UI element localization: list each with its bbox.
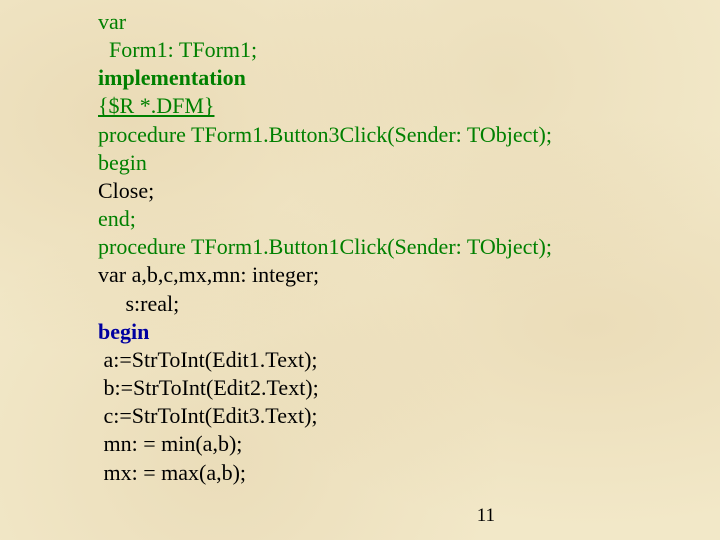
code-line: b:=StrToInt(Edit2.Text);	[98, 374, 700, 402]
code-line: c:=StrToInt(Edit3.Text);	[98, 402, 700, 430]
code-line: {$R *.DFM}	[98, 92, 700, 120]
code-line: begin	[98, 318, 700, 346]
page-number: 11	[477, 504, 495, 528]
code-line: mn: = min(a,b);	[98, 430, 700, 458]
code-line: end;	[98, 205, 700, 233]
code-line: mx: = max(a,b);	[98, 459, 700, 487]
code-line: a:=StrToInt(Edit1.Text);	[98, 346, 700, 374]
code-line: implementation	[98, 64, 700, 92]
code-line: s:real;	[98, 290, 700, 318]
code-line: begin	[98, 149, 700, 177]
code-line: Form1: TForm1;	[98, 36, 700, 64]
code-line: procedure TForm1.Button3Click(Sender: TO…	[98, 121, 700, 149]
code-line: var	[98, 8, 700, 36]
code-line: var a,b,c,mx,mn: integer;	[98, 261, 700, 289]
code-block: var Form1: TForm1; implementation {$R *.…	[98, 8, 700, 487]
code-line: procedure TForm1.Button1Click(Sender: TO…	[98, 233, 700, 261]
code-line: Close;	[98, 177, 700, 205]
